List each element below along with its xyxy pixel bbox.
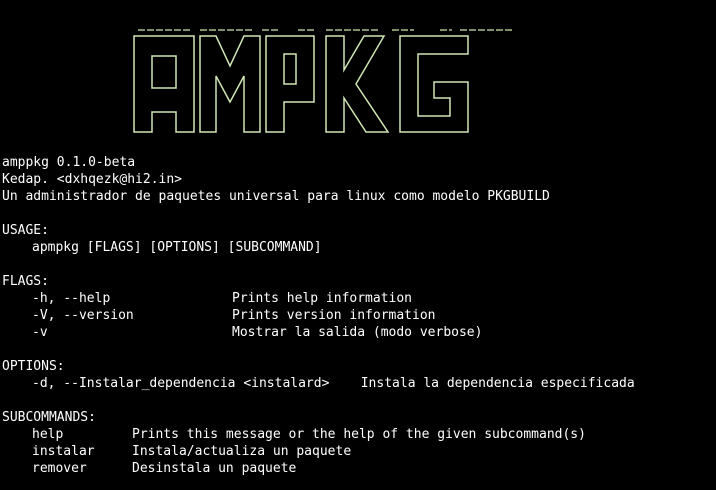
flag-name: -V, --version — [32, 308, 134, 323]
help-output: amppkg 0.1.0-beta Kedap. <dxhqezk@hi2.in… — [2, 154, 714, 477]
subcommands-heading: SUBCOMMANDS: — [2, 410, 96, 425]
logo-letter-m — [199, 35, 261, 133]
subcommand-name: instalar — [32, 444, 95, 459]
flag-description: Mostrar la salida (modo verbose) — [232, 325, 483, 340]
options-heading: OPTIONS: — [2, 359, 65, 374]
option-gap — [329, 376, 360, 391]
flag-name: -h, --help — [32, 291, 111, 306]
description-line: Un administrador de paquetes universal p… — [2, 189, 550, 204]
logo-letter-p — [265, 35, 315, 133]
logo-letter-a — [133, 35, 195, 133]
subcommand-description: Desinstala un paquete — [132, 461, 297, 476]
flag-row: -V, --version Prints version information — [2, 307, 714, 324]
usage-command: apmpkg [FLAGS] [OPTIONS] [SUBCOMMAND] — [32, 240, 322, 255]
option-name: -d, --Instalar_dependencia <instalard> — [32, 376, 330, 391]
option-row: -d, --Instalar_dependencia <instalard> I… — [2, 375, 714, 392]
version-line: amppkg 0.1.0-beta — [2, 155, 136, 170]
subcommand-row: remover Desinstala un paquete — [2, 460, 714, 477]
usage-heading: USAGE: — [2, 223, 49, 238]
logo-letter-g — [399, 35, 469, 133]
terminal-window: amppkg 0.1.0-beta Kedap. <dxhqezk@hi2.in… — [0, 0, 716, 490]
flag-description: Prints help information — [232, 291, 413, 306]
subcommand-row: instalar Instala/actualiza un paquete — [2, 443, 714, 460]
option-description: Instala la dependencia especificada — [360, 376, 635, 391]
ascii-banner-logo — [133, 29, 514, 133]
subcommand-name: help — [32, 427, 64, 442]
flag-name: -v — [32, 325, 48, 340]
subcommand-description: Instala/actualiza un paquete — [132, 444, 352, 459]
flag-description: Prints version information — [232, 308, 436, 323]
subcommand-row: help Prints this message or the help of t… — [2, 426, 714, 443]
subcommand-description: Prints this message or the help of the g… — [132, 427, 586, 442]
flags-heading: FLAGS: — [2, 274, 49, 289]
logo-letter-k — [325, 35, 390, 133]
author-line: Kedap. <dxhqezk@hi2.in> — [2, 172, 183, 187]
flag-row: -v Mostrar la salida (modo verbose) — [2, 324, 714, 341]
flag-row: -h, --help Prints help information — [2, 290, 714, 307]
subcommand-name: remover — [32, 461, 87, 476]
